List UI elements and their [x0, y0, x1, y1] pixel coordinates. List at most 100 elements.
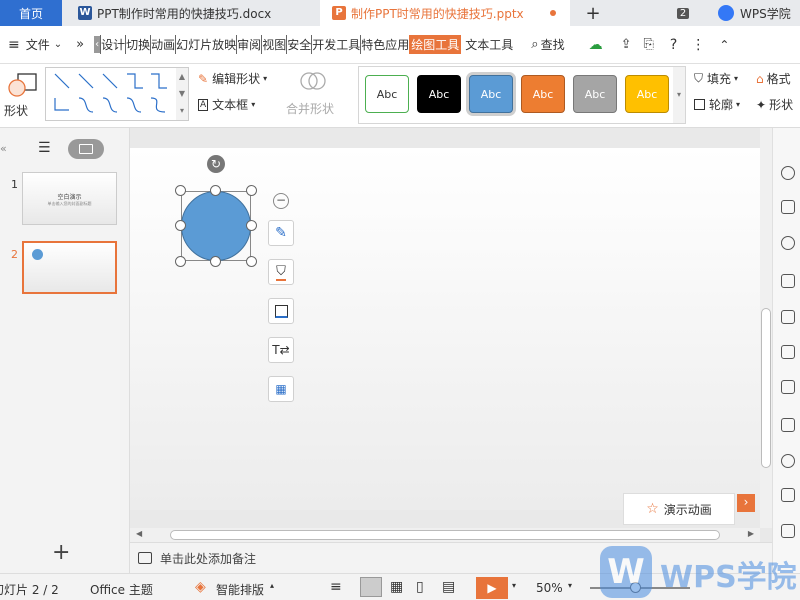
shape-style-tool[interactable]: ✎: [268, 220, 294, 246]
outline-button[interactable]: 轮廓 ▾: [694, 96, 740, 113]
cloud-sync-icon[interactable]: ☁: [589, 37, 603, 53]
menu-security[interactable]: 安全: [286, 35, 311, 54]
menu-features[interactable]: 特色应用: [360, 35, 409, 54]
slide-sorter-icon[interactable]: ▦: [390, 579, 403, 595]
new-tab-button[interactable]: +: [578, 0, 608, 26]
presenter-icon[interactable]: ▤: [442, 579, 455, 595]
resize-handle[interactable]: [246, 185, 257, 196]
fill-tool[interactable]: ⛉: [268, 259, 294, 285]
hamburger-icon[interactable]: ≡: [8, 37, 20, 53]
menu-text-tools[interactable]: 文本工具: [461, 35, 513, 54]
gallery-scroll-icon[interactable]: ▲ ▼ ▾: [176, 68, 188, 120]
expand-menu-icon[interactable]: »: [76, 37, 84, 52]
scroll-thumb[interactable]: [170, 530, 720, 540]
menu-view[interactable]: 视图: [261, 35, 286, 54]
collapse-ribbon-icon[interactable]: ⌃: [719, 38, 729, 52]
smart-layout-label[interactable]: 智能排版: [216, 581, 264, 598]
resize-handle[interactable]: [175, 256, 186, 267]
tab-home[interactable]: 首页: [0, 0, 62, 26]
resize-handle[interactable]: [210, 256, 221, 267]
chevron-up-icon[interactable]: ▴: [270, 581, 274, 590]
slide-thumbnail-1[interactable]: 空白演示 单击输入您的封面副标题: [22, 172, 117, 225]
horizontal-scrollbar[interactable]: ◀ ▶: [130, 528, 760, 542]
layers-icon[interactable]: [781, 200, 795, 214]
style-option-white[interactable]: Abc: [365, 75, 409, 113]
settings-slider-icon[interactable]: [781, 345, 795, 359]
collapse-pane-icon[interactable]: «: [0, 142, 7, 155]
style-option-orange[interactable]: Abc: [521, 75, 565, 113]
scroll-left-icon[interactable]: ◀: [136, 529, 142, 538]
menu-review[interactable]: 审阅: [236, 35, 261, 54]
chevron-down-icon[interactable]: ⌄: [54, 39, 62, 50]
theme-name[interactable]: Office 主题: [90, 581, 153, 598]
resize-handle[interactable]: [246, 256, 257, 267]
style-option-black[interactable]: Abc: [417, 75, 461, 113]
scroll-right-icon[interactable]: ▶: [748, 529, 754, 538]
account-button[interactable]: WPS学院: [712, 0, 800, 26]
add-slide-button[interactable]: +: [52, 540, 70, 565]
fill-button[interactable]: ⛉ 填充 ▾: [694, 70, 738, 87]
speaker-icon[interactable]: [781, 524, 795, 538]
shapes-icon[interactable]: [781, 236, 795, 250]
style-option-gray[interactable]: Abc: [573, 75, 617, 113]
picture-icon[interactable]: [781, 380, 795, 394]
search-label[interactable]: 查找: [541, 36, 565, 53]
slide-canvas[interactable]: ↻ − ✎ ⛉ T⇄ ▦: [130, 148, 760, 510]
shape-effect-button[interactable]: ✦ 形状: [756, 96, 793, 113]
menu-design[interactable]: 设计: [100, 35, 125, 54]
chevron-down-icon[interactable]: ▾: [512, 581, 516, 590]
menu-drawing-tools[interactable]: 绘图工具: [409, 35, 462, 54]
notes-toggle-icon[interactable]: ≡: [330, 579, 342, 595]
smart-layout-icon[interactable]: ◈: [195, 579, 206, 595]
style-option-blue[interactable]: Abc: [469, 75, 513, 113]
reading-view-icon[interactable]: ▯: [416, 579, 424, 595]
thumbnail-view-button[interactable]: [68, 139, 104, 159]
rotate-handle-icon[interactable]: ↻: [207, 155, 225, 173]
resize-handle[interactable]: [175, 185, 186, 196]
settings-icon[interactable]: [781, 454, 795, 468]
resize-handle[interactable]: [210, 185, 221, 196]
more-icon[interactable]: ⋮: [691, 37, 705, 53]
window-count-badge[interactable]: 2: [674, 0, 692, 26]
more-tools[interactable]: ▦: [268, 376, 294, 402]
menu-slideshow[interactable]: 幻灯片放映: [175, 35, 236, 54]
resize-handle[interactable]: [246, 220, 257, 231]
vertical-scrollbar[interactable]: [760, 128, 772, 528]
menu-developer[interactable]: 开发工具: [311, 35, 360, 54]
resize-handle[interactable]: [175, 220, 186, 231]
zoom-level[interactable]: 50%: [536, 581, 563, 595]
slide-thumbnail-2[interactable]: [22, 241, 117, 294]
normal-view-icon[interactable]: [360, 577, 382, 597]
outline-view-icon[interactable]: ☰: [38, 140, 51, 156]
menu-transition[interactable]: 切换: [125, 35, 150, 54]
help-icon[interactable]: ?: [670, 37, 677, 53]
demo-animation-button[interactable]: ☆ 演示动画: [623, 493, 735, 525]
circle-shape[interactable]: [181, 191, 251, 261]
insert-shape-button[interactable]: 形状: [4, 70, 42, 120]
menu-animation[interactable]: 动画: [150, 35, 175, 54]
search-icon[interactable]: ⌕: [531, 37, 538, 52]
share-icon[interactable]: ⇪: [621, 37, 632, 52]
task-icon[interactable]: [781, 310, 795, 324]
collapse-tools-icon[interactable]: −: [273, 193, 289, 209]
style-gallery-scroll-icon[interactable]: ▾: [673, 67, 685, 123]
chevron-down-icon[interactable]: ▾: [568, 581, 572, 590]
picture-icon[interactable]: [781, 488, 795, 502]
style-option-gold[interactable]: Abc: [625, 75, 669, 113]
transition-icon[interactable]: [781, 418, 795, 432]
merge-shape-button[interactable]: 合并形状: [284, 68, 346, 122]
select-icon[interactable]: [781, 274, 795, 288]
play-slideshow-button[interactable]: ▶: [476, 577, 508, 599]
format-button[interactable]: ⌂ 格式: [756, 70, 791, 87]
expand-panel-icon[interactable]: ›: [737, 494, 755, 512]
convert-text-tool[interactable]: T⇄: [268, 337, 294, 363]
text-box-button[interactable]: A 文本框 ▾: [198, 96, 255, 113]
edit-shape-button[interactable]: ✎ 编辑形状 ▾: [198, 70, 267, 87]
tab-docx[interactable]: W PPT制作时常用的快捷技巧.docx: [66, 0, 316, 26]
export-icon[interactable]: ⎘: [643, 37, 653, 52]
shape-gallery[interactable]: ▲ ▼ ▾: [45, 67, 189, 121]
tab-pptx[interactable]: P 制作PPT时常用的快捷技巧.pptx: [320, 0, 570, 26]
menu-file[interactable]: 文件: [26, 36, 50, 53]
star-icon[interactable]: [781, 166, 795, 180]
scroll-thumb[interactable]: [761, 308, 771, 468]
